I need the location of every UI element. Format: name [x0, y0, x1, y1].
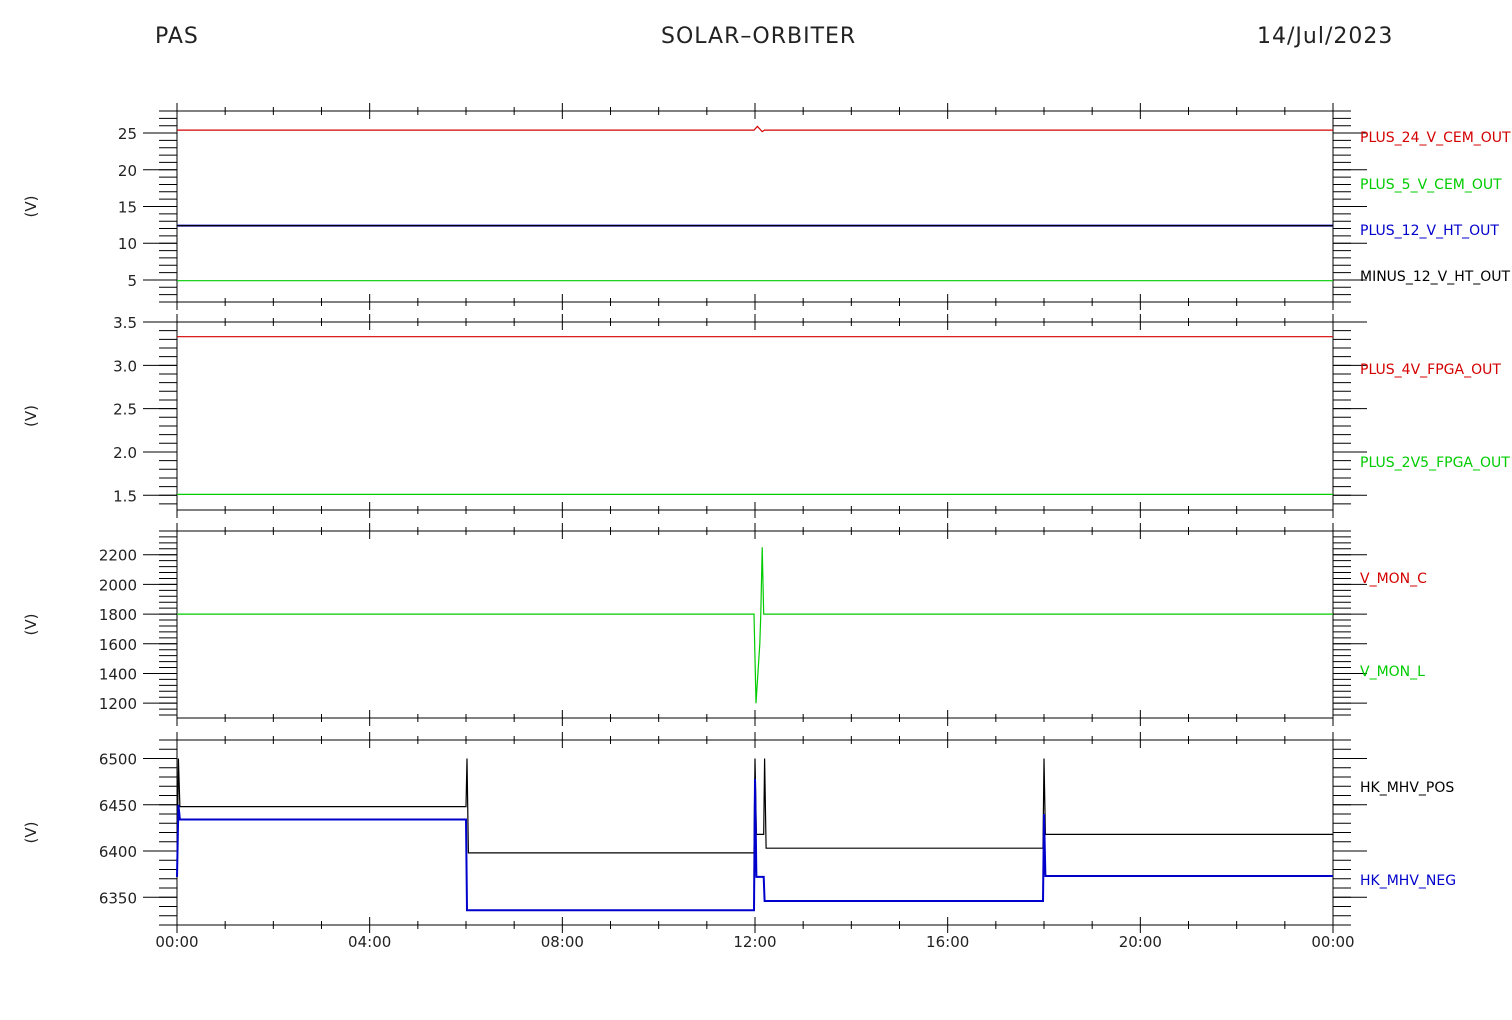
legend-hk_mhv_neg: HK_MHV_NEG	[1360, 873, 1456, 889]
y-tick-label: 20	[118, 162, 137, 180]
legend-plus_5_v_cem_out: PLUS_5_V_CEM_OUT	[1360, 177, 1502, 193]
y-tick-label: 2.0	[113, 444, 137, 462]
panel-3: 1200 1400 1600 1800 2000 2200 (V) V_MON_C V_MON_…	[22, 523, 1427, 726]
y-tick-label: 2.5	[113, 401, 137, 419]
x-tick-label: 08:00	[541, 933, 584, 951]
x-tick-label: 00:00	[1311, 933, 1354, 951]
housekeeping-chart: 5 10 15 20 25 (V) PLUS_24_V_CEM_OUT PLUS_5_V_CE…	[22, 103, 1511, 951]
y-tick-label: 2200	[99, 547, 137, 565]
series-line-plus_24_v_cem_out	[177, 125, 1333, 133]
y-tick-label: 6500	[99, 751, 137, 769]
y-tick-label: 1400	[99, 665, 137, 683]
x-tick-label: 00:00	[155, 933, 198, 951]
y-axis-label: (V)	[22, 614, 40, 636]
y-tick-label: 6450	[99, 797, 137, 815]
legend-plus_12_v_ht_out: PLUS_12_V_HT_OUT	[1360, 223, 1499, 239]
y-tick-label: 6350	[99, 889, 137, 907]
legend-v_mon_l: V_MON_L	[1360, 664, 1425, 680]
y-tick-label: 1800	[99, 606, 137, 624]
legend-plus_2v5_fpga_out: PLUS_2V5_FPGA_OUT	[1360, 455, 1510, 471]
y-tick-label: 10	[118, 235, 137, 253]
y-tick-label: 1600	[99, 636, 137, 654]
legend-hk_mhv_pos: HK_MHV_POS	[1360, 780, 1454, 796]
y-tick-label: 1200	[99, 695, 137, 713]
x-tick-label: 04:00	[348, 933, 391, 951]
legend-minus_12_v_ht_out: MINUS_12_V_HT_OUT	[1360, 269, 1511, 285]
y-tick-label: 15	[118, 199, 137, 217]
y-axis-label: (V)	[22, 405, 40, 427]
series-line-hk_mhv_neg	[176, 778, 1333, 912]
x-tick-label: 12:00	[733, 933, 776, 951]
x-tick-label: 20:00	[1119, 933, 1162, 951]
legend-plus_24_v_cem_out: PLUS_24_V_CEM_OUT	[1360, 130, 1511, 146]
plot-frame	[176, 110, 1334, 303]
series-line-v_mon_l	[177, 547, 1333, 704]
panel-1: 5 10 15 20 25 (V) PLUS_24_V_CEM_OUT PLUS_5_V_CE…	[22, 103, 1511, 310]
y-axis-label: (V)	[22, 822, 40, 844]
y-tick-label: 3.5	[113, 314, 137, 332]
panel-4: 6350 6400 6450 6500 (V) HK_MHV_POS HK_MHV_NEG	[22, 732, 1456, 933]
plot-frame	[176, 530, 1334, 719]
panel-2: 1.5 2.0 2.5 3.0 3.5 (V) PLUS_4V_FPGA_OUT PLUS_2…	[22, 314, 1510, 518]
y-tick-label: 1.5	[113, 487, 137, 505]
y-tick-label: 5	[127, 272, 137, 290]
legend-v_mon_c: V_MON_C	[1360, 571, 1427, 587]
legend-plus_4v_fpga_out: PLUS_4V_FPGA_OUT	[1360, 362, 1501, 378]
y-tick-label: 6400	[99, 843, 137, 861]
y-tick-label: 25	[118, 125, 137, 143]
plot-frame	[176, 321, 1334, 511]
y-tick-label: 3.0	[113, 357, 137, 375]
y-axis-label: (V)	[22, 196, 40, 218]
x-tick-label: 16:00	[926, 933, 969, 951]
y-tick-label: 2000	[99, 576, 137, 594]
